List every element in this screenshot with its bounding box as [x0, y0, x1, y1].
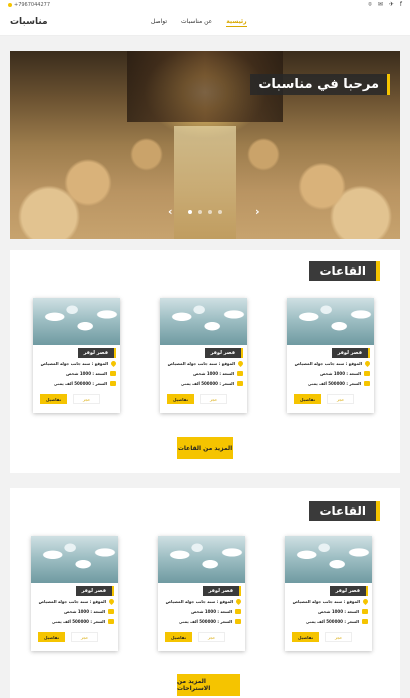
details-button[interactable]: تفاصيل	[165, 632, 192, 642]
money-icon	[237, 381, 243, 386]
money-icon	[110, 381, 116, 386]
hall-card[interactable]: قصر لوفر الموقع : سنة جانب جولة المصياص …	[160, 298, 247, 413]
hall-price: السعر : 500000 ألف يمني	[307, 381, 361, 386]
location-pin-icon	[363, 359, 372, 368]
book-button[interactable]: حجز	[73, 394, 100, 404]
hall-image	[158, 536, 245, 583]
hall-capacity: السعة : 1000 شخص	[66, 371, 107, 376]
facebook-icon[interactable]: f	[400, 1, 402, 9]
hall-capacity: السعة : 1000 شخص	[193, 371, 234, 376]
hall-location: الموقع : سنة جانب جولة المصياص	[165, 599, 233, 604]
hall-card[interactable]: قصر لوفر الموقع : سنة جانب جولة المصياص …	[287, 298, 374, 413]
phone-icon	[8, 2, 12, 7]
phone-number[interactable]: +7967044277	[14, 2, 50, 8]
hero-slider: مرحبا في مناسبات ‹ ›	[10, 51, 400, 239]
navbar: مناسبات رئيسية عن مناسبات تواصل	[0, 9, 410, 36]
people-icon	[110, 371, 116, 376]
hall-name: قصر لوفر	[329, 586, 368, 596]
hall-location: الموقع : سنة جانب جولة المصياص	[40, 361, 108, 366]
chevron-left-icon[interactable]: ‹	[168, 205, 173, 218]
site-logo[interactable]: مناسبات	[10, 17, 48, 27]
phone-info: +7967044277	[8, 2, 50, 8]
hall-capacity: السعة : 1000 شخص	[318, 609, 359, 614]
hall-price: السعر : 500000 ألف يمني	[305, 619, 359, 624]
rest-houses-section: القاعات قصر لوفر الموقع : سنة جانب جولة …	[10, 488, 400, 698]
hall-image	[285, 536, 372, 583]
hall-capacity: السعة : 1000 شخص	[320, 371, 361, 376]
hall-location: الموقع : سنة جانب جولة المصياص	[167, 361, 235, 366]
location-pin-icon	[234, 597, 243, 606]
section-title: القاعات	[309, 261, 380, 281]
hall-capacity: السعة : 1000 شخص	[64, 609, 105, 614]
location-pin-icon	[107, 597, 116, 606]
slider-dot[interactable]	[208, 210, 212, 214]
location-pin-icon	[361, 597, 370, 606]
social-links: ⌾ ✉ ✈ f	[368, 1, 402, 9]
hall-price: السعر : 500000 ألف يمني	[180, 381, 234, 386]
instagram-icon[interactable]: ⌾	[368, 1, 372, 9]
hall-card[interactable]: قصر لوفر الموقع : سنة جانب جولة المصياص …	[158, 536, 245, 651]
hall-name: قصر لوفر	[75, 586, 114, 596]
hall-name: قصر لوفر	[77, 348, 116, 358]
more-halls-button[interactable]: المزيد من القاعات	[177, 437, 233, 459]
money-icon	[235, 619, 241, 624]
details-button[interactable]: تفاصيل	[40, 394, 67, 404]
slider-dot[interactable]	[218, 210, 222, 214]
money-icon	[108, 619, 114, 624]
details-button[interactable]: تفاصيل	[167, 394, 194, 404]
hero-title: مرحبا في مناسبات	[250, 74, 390, 95]
hall-capacity: السعة : 1000 شخص	[191, 609, 232, 614]
book-button[interactable]: حجز	[198, 632, 225, 642]
money-icon	[362, 619, 368, 624]
people-icon	[237, 371, 243, 376]
halls-section: القاعات قصر لوفر الموقع : سنة جانب جولة …	[10, 250, 400, 473]
email-icon[interactable]: ✉	[378, 1, 383, 9]
hall-price: السعر : 500000 ألف يمني	[51, 619, 105, 624]
book-button[interactable]: حجز	[325, 632, 352, 642]
details-button[interactable]: تفاصيل	[294, 394, 321, 404]
hall-price: السعر : 500000 ألف يمني	[53, 381, 107, 386]
main-menu: رئيسية عن مناسبات تواصل	[151, 18, 247, 27]
hero-aisle	[173, 126, 237, 239]
top-bar: +7967044277 ⌾ ✉ ✈ f	[0, 0, 410, 9]
hall-name: قصر لوفر	[204, 348, 243, 358]
details-button[interactable]: تفاصيل	[38, 632, 65, 642]
chevron-right-icon[interactable]: ›	[255, 205, 260, 218]
hall-card[interactable]: قصر لوفر الموقع : سنة جانب جولة المصياص …	[285, 536, 372, 651]
hall-image	[31, 536, 118, 583]
hall-location: الموقع : سنة جانب جولة المصياص	[294, 361, 362, 366]
people-icon	[108, 609, 114, 614]
book-button[interactable]: حجز	[200, 394, 227, 404]
hall-card[interactable]: قصر لوفر الموقع : سنة جانب جولة المصياص …	[33, 298, 120, 413]
people-icon	[235, 609, 241, 614]
hall-image	[160, 298, 247, 345]
people-icon	[362, 609, 368, 614]
book-button[interactable]: حجز	[327, 394, 354, 404]
hall-location: الموقع : سنة جانب جولة المصياص	[292, 599, 360, 604]
location-pin-icon	[109, 359, 118, 368]
nav-item-home[interactable]: رئيسية	[226, 18, 247, 27]
telegram-icon[interactable]: ✈	[389, 1, 394, 9]
hall-image	[33, 298, 120, 345]
hall-price: السعر : 500000 ألف يمني	[178, 619, 232, 624]
slider-dot[interactable]	[188, 210, 192, 214]
hall-card[interactable]: قصر لوفر الموقع : سنة جانب جولة المصياص …	[31, 536, 118, 651]
location-pin-icon	[236, 359, 245, 368]
slider-dot[interactable]	[198, 210, 202, 214]
more-rest-houses-button[interactable]: المزيد من الاستراحات	[177, 674, 240, 696]
nav-item-contact[interactable]: تواصل	[151, 18, 167, 27]
nav-item-about[interactable]: عن مناسبات	[181, 18, 212, 27]
money-icon	[364, 381, 370, 386]
hall-name: قصر لوفر	[331, 348, 370, 358]
book-button[interactable]: حجز	[71, 632, 98, 642]
people-icon	[364, 371, 370, 376]
section-title: القاعات	[309, 501, 380, 521]
hall-location: الموقع : سنة جانب جولة المصياص	[38, 599, 106, 604]
hall-name: قصر لوفر	[202, 586, 241, 596]
hall-image	[287, 298, 374, 345]
slider-dots	[188, 210, 222, 214]
details-button[interactable]: تفاصيل	[292, 632, 319, 642]
